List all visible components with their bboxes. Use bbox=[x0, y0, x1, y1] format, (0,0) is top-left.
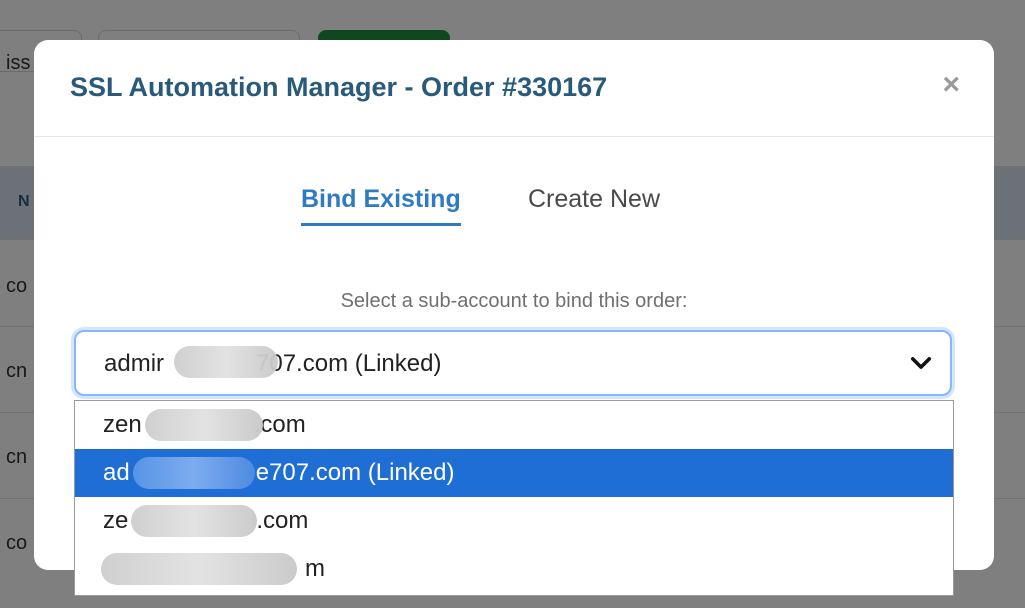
redaction-blur bbox=[101, 553, 297, 585]
option-suffix: .com bbox=[256, 507, 309, 534]
option-prefix: ze bbox=[103, 507, 129, 534]
option-suffix: m bbox=[305, 555, 325, 582]
option-prefix: ad bbox=[103, 459, 130, 486]
redaction-blur bbox=[174, 346, 278, 378]
select-value-suffix: 707.com (Linked) bbox=[256, 350, 442, 377]
select-label: Select a sub-account to bind this order: bbox=[340, 290, 688, 312]
redaction-blur bbox=[133, 457, 255, 489]
tab-bar: Bind Existing Create New bbox=[34, 174, 994, 228]
modal-header: SSL Automation Manager - Order #330167 × bbox=[34, 40, 994, 137]
select-option-selected[interactable]: ad e707.com (Linked) bbox=[75, 449, 953, 497]
select-dropdown-list: zen .com ad e707.com (Linked) ze .com m bbox=[74, 400, 954, 596]
select-value-prefix: admir bbox=[104, 350, 165, 377]
select-option[interactable]: ze .com bbox=[75, 497, 953, 545]
option-suffix: e707.com (Linked) bbox=[255, 459, 455, 486]
redaction-blur bbox=[131, 505, 257, 537]
modal-title: SSL Automation Manager - Order #330167 bbox=[70, 72, 608, 102]
option-prefix: zen bbox=[103, 411, 142, 438]
tab-bind-existing[interactable]: Bind Existing bbox=[301, 174, 461, 226]
chevron-down-icon bbox=[910, 357, 932, 369]
select-option[interactable]: m bbox=[75, 545, 953, 593]
redaction-blur bbox=[145, 409, 263, 441]
close-icon: × bbox=[942, 68, 960, 101]
sub-account-select[interactable]: admir 707.com (Linked) bbox=[74, 330, 952, 396]
tab-create-new[interactable]: Create New bbox=[528, 174, 660, 224]
select-option[interactable]: zen .com bbox=[75, 401, 953, 449]
close-button[interactable]: × bbox=[942, 70, 960, 100]
